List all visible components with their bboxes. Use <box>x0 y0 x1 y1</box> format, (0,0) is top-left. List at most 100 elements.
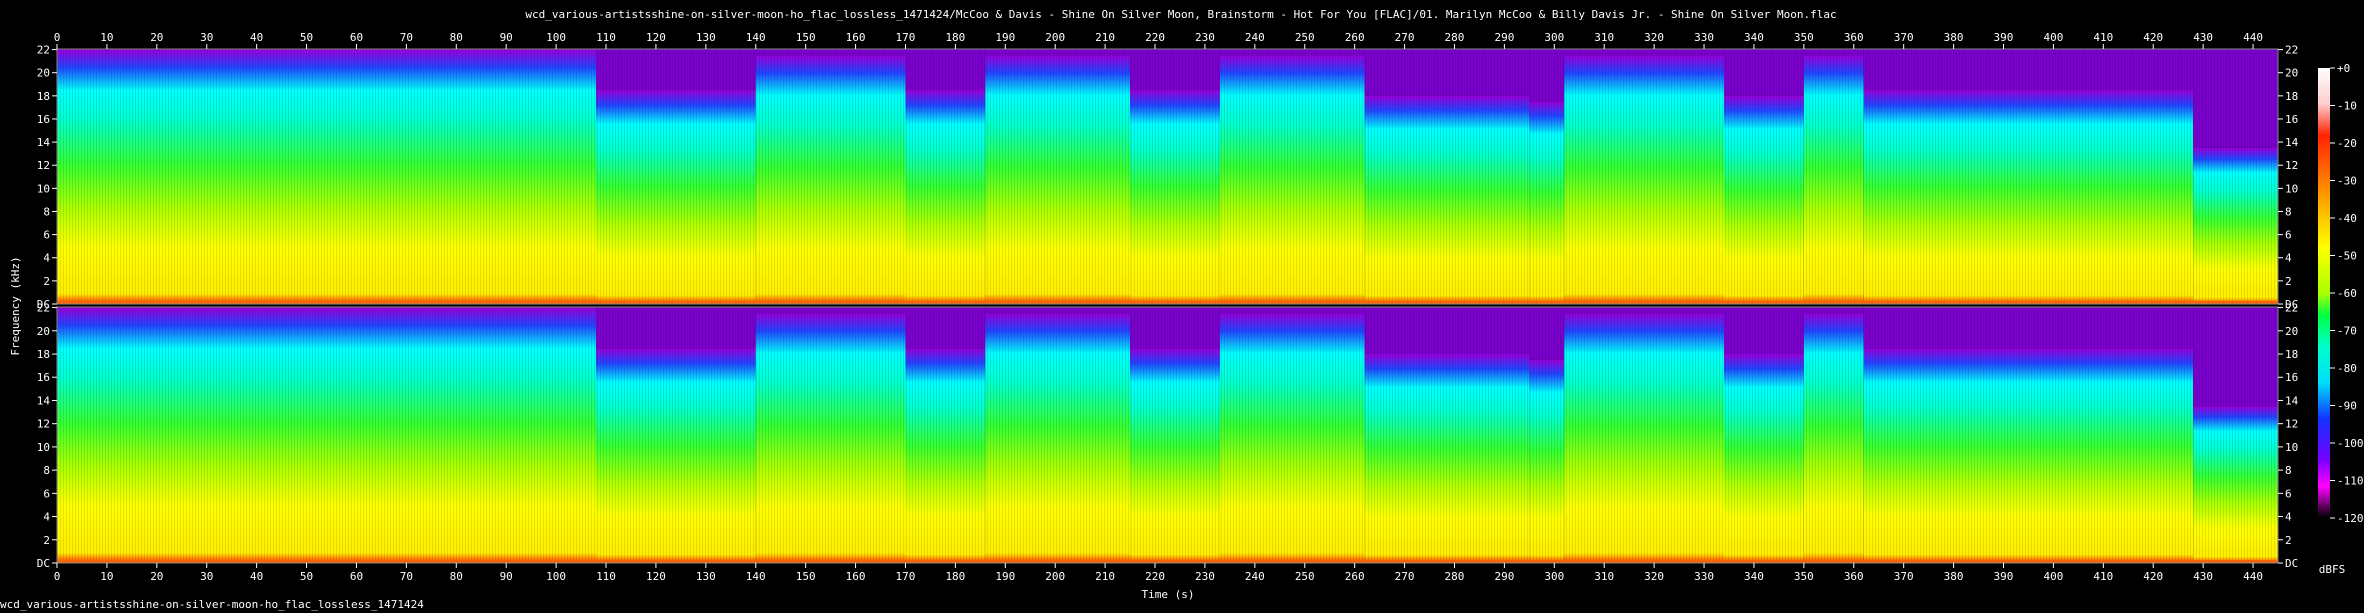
x-tick-label: 370 <box>1894 570 1914 583</box>
x-tick-label: 340 <box>1744 31 1764 44</box>
x-tick-label: 170 <box>896 570 916 583</box>
x-tick-label: 10 <box>100 570 113 583</box>
y-tick-label: 18 <box>2285 348 2298 361</box>
x-tick-label: 290 <box>1494 31 1514 44</box>
x-axis-top: 0 10 20 30 40 50 60 70 80 90 100 110 120 130 140 150 160… <box>54 31 2263 49</box>
x-tick-label: 270 <box>1395 31 1415 44</box>
colorbar-tick-label: -70 <box>2337 325 2357 338</box>
x-tick-label: 170 <box>896 31 916 44</box>
x-tick-label: 320 <box>1644 31 1664 44</box>
x-tick-label: 260 <box>1345 31 1365 44</box>
colorbar-tick-label: -20 <box>2337 137 2357 150</box>
x-tick-label: 100 <box>546 31 566 44</box>
x-tick-label: 120 <box>646 31 666 44</box>
x-tick-label: 280 <box>1445 570 1465 583</box>
x-tick-label: 100 <box>546 570 566 583</box>
x-tick-label: 50 <box>300 570 313 583</box>
x-tick-label: 240 <box>1245 570 1265 583</box>
y-tick-label: 2 <box>2285 275 2292 288</box>
y-tick-label: 16 <box>2285 371 2298 384</box>
x-tick-label: 350 <box>1794 31 1814 44</box>
x-tick-label: 250 <box>1295 570 1315 583</box>
x-tick-label: 60 <box>350 31 363 44</box>
x-tick-label: 430 <box>2193 31 2213 44</box>
y-tick-label: 4 <box>43 252 50 265</box>
y-tick-label: 10 <box>37 441 50 454</box>
y-tick-label: 22 <box>2285 302 2298 315</box>
x-tick-label: 180 <box>945 570 965 583</box>
y-tick-label: 10 <box>37 182 50 195</box>
x-tick-label: 370 <box>1894 31 1914 44</box>
x-tick-label: 90 <box>500 570 513 583</box>
y-tick-label: 14 <box>2285 394 2299 407</box>
colorbar-label: dBFS <box>2319 563 2346 576</box>
y-tick-label: 6 <box>2285 487 2292 500</box>
x-tick-label: 160 <box>846 570 866 583</box>
x-axis-label: Time (s) <box>1142 588 1195 601</box>
colorbar-tick-label: -100 <box>2337 437 2364 450</box>
y-tick-label: 16 <box>2285 113 2298 126</box>
y-tick-label: 20 <box>37 67 50 80</box>
x-tick-label: 120 <box>646 570 666 583</box>
x-tick-label: 240 <box>1245 31 1265 44</box>
y-tick-label: 14 <box>2285 136 2299 149</box>
x-tick-label: 260 <box>1345 570 1365 583</box>
colorbar-tick-label: -40 <box>2337 212 2357 225</box>
x-tick-label: 430 <box>2193 570 2213 583</box>
x-tick-label: 130 <box>696 570 716 583</box>
y-tick-label: 10 <box>2285 182 2298 195</box>
y-tick-label: 20 <box>37 325 50 338</box>
y-tick-label: 18 <box>2285 90 2298 103</box>
x-tick-label: 150 <box>796 570 816 583</box>
x-tick-label: 330 <box>1694 570 1714 583</box>
x-tick-label: 80 <box>450 570 463 583</box>
x-tick-label: 200 <box>1045 570 1065 583</box>
x-tick-label: 380 <box>1944 570 1964 583</box>
x-tick-label: 390 <box>1994 570 2014 583</box>
colorbar-tick-label: -30 <box>2337 175 2357 188</box>
texture-overlay <box>57 49 2278 304</box>
colorbar-tick-label: -50 <box>2337 250 2357 263</box>
colorbar-tick-label: -120 <box>2337 512 2364 525</box>
channel-2-plot <box>56 306 2279 564</box>
x-tick-label: 410 <box>2093 570 2113 583</box>
chart-title: wcd_various-artistsshine-on-silver-moon-… <box>525 8 1836 21</box>
x-tick-label: 400 <box>2043 31 2063 44</box>
x-tick-label: 230 <box>1195 570 1215 583</box>
y-tick-label: 22 <box>37 44 50 57</box>
x-tick-label: 70 <box>400 570 413 583</box>
y-tick-label: 18 <box>37 348 50 361</box>
x-tick-label: 90 <box>500 31 513 44</box>
y-tick-label: 8 <box>2285 464 2292 477</box>
x-tick-label: 250 <box>1295 31 1315 44</box>
x-tick-label: 420 <box>2143 570 2163 583</box>
y-tick-label: 12 <box>37 159 50 172</box>
x-tick-label: 50 <box>300 31 313 44</box>
y-tick-label: 6 <box>43 229 50 242</box>
y-tick-label: 6 <box>43 487 50 500</box>
y-tick-label: 22 <box>37 302 50 315</box>
colorbar-tick-label: +0 <box>2337 62 2350 75</box>
x-tick-label: 110 <box>596 31 616 44</box>
y-tick-label: 22 <box>2285 44 2298 57</box>
x-tick-label: 20 <box>150 570 163 583</box>
colorbar-tick-label: -10 <box>2337 100 2357 113</box>
colorbar-tick-label: -90 <box>2337 400 2357 413</box>
x-tick-label: 40 <box>250 570 263 583</box>
y-tick-label: 6 <box>2285 229 2292 242</box>
y-tick-label: 4 <box>2285 252 2292 265</box>
x-tick-label: 220 <box>1145 31 1165 44</box>
y-tick-label: DC <box>37 557 50 570</box>
y-tick-label: 14 <box>37 394 51 407</box>
y-tick-label: 16 <box>37 113 50 126</box>
x-tick-label: 320 <box>1644 570 1664 583</box>
x-tick-label: 140 <box>746 570 766 583</box>
x-tick-label: 140 <box>746 31 766 44</box>
x-tick-label: 180 <box>945 31 965 44</box>
x-tick-label: 270 <box>1395 570 1415 583</box>
y-axis-label: Frequency (kHz) <box>9 256 22 355</box>
y-tick-label: 16 <box>37 371 50 384</box>
footer-filename: wcd_various-artistsshine-on-silver-moon-… <box>0 598 424 611</box>
spectrogram-chart: wcd_various-artistsshine-on-silver-moon-… <box>9 8 2364 601</box>
x-tick-label: 10 <box>100 31 113 44</box>
